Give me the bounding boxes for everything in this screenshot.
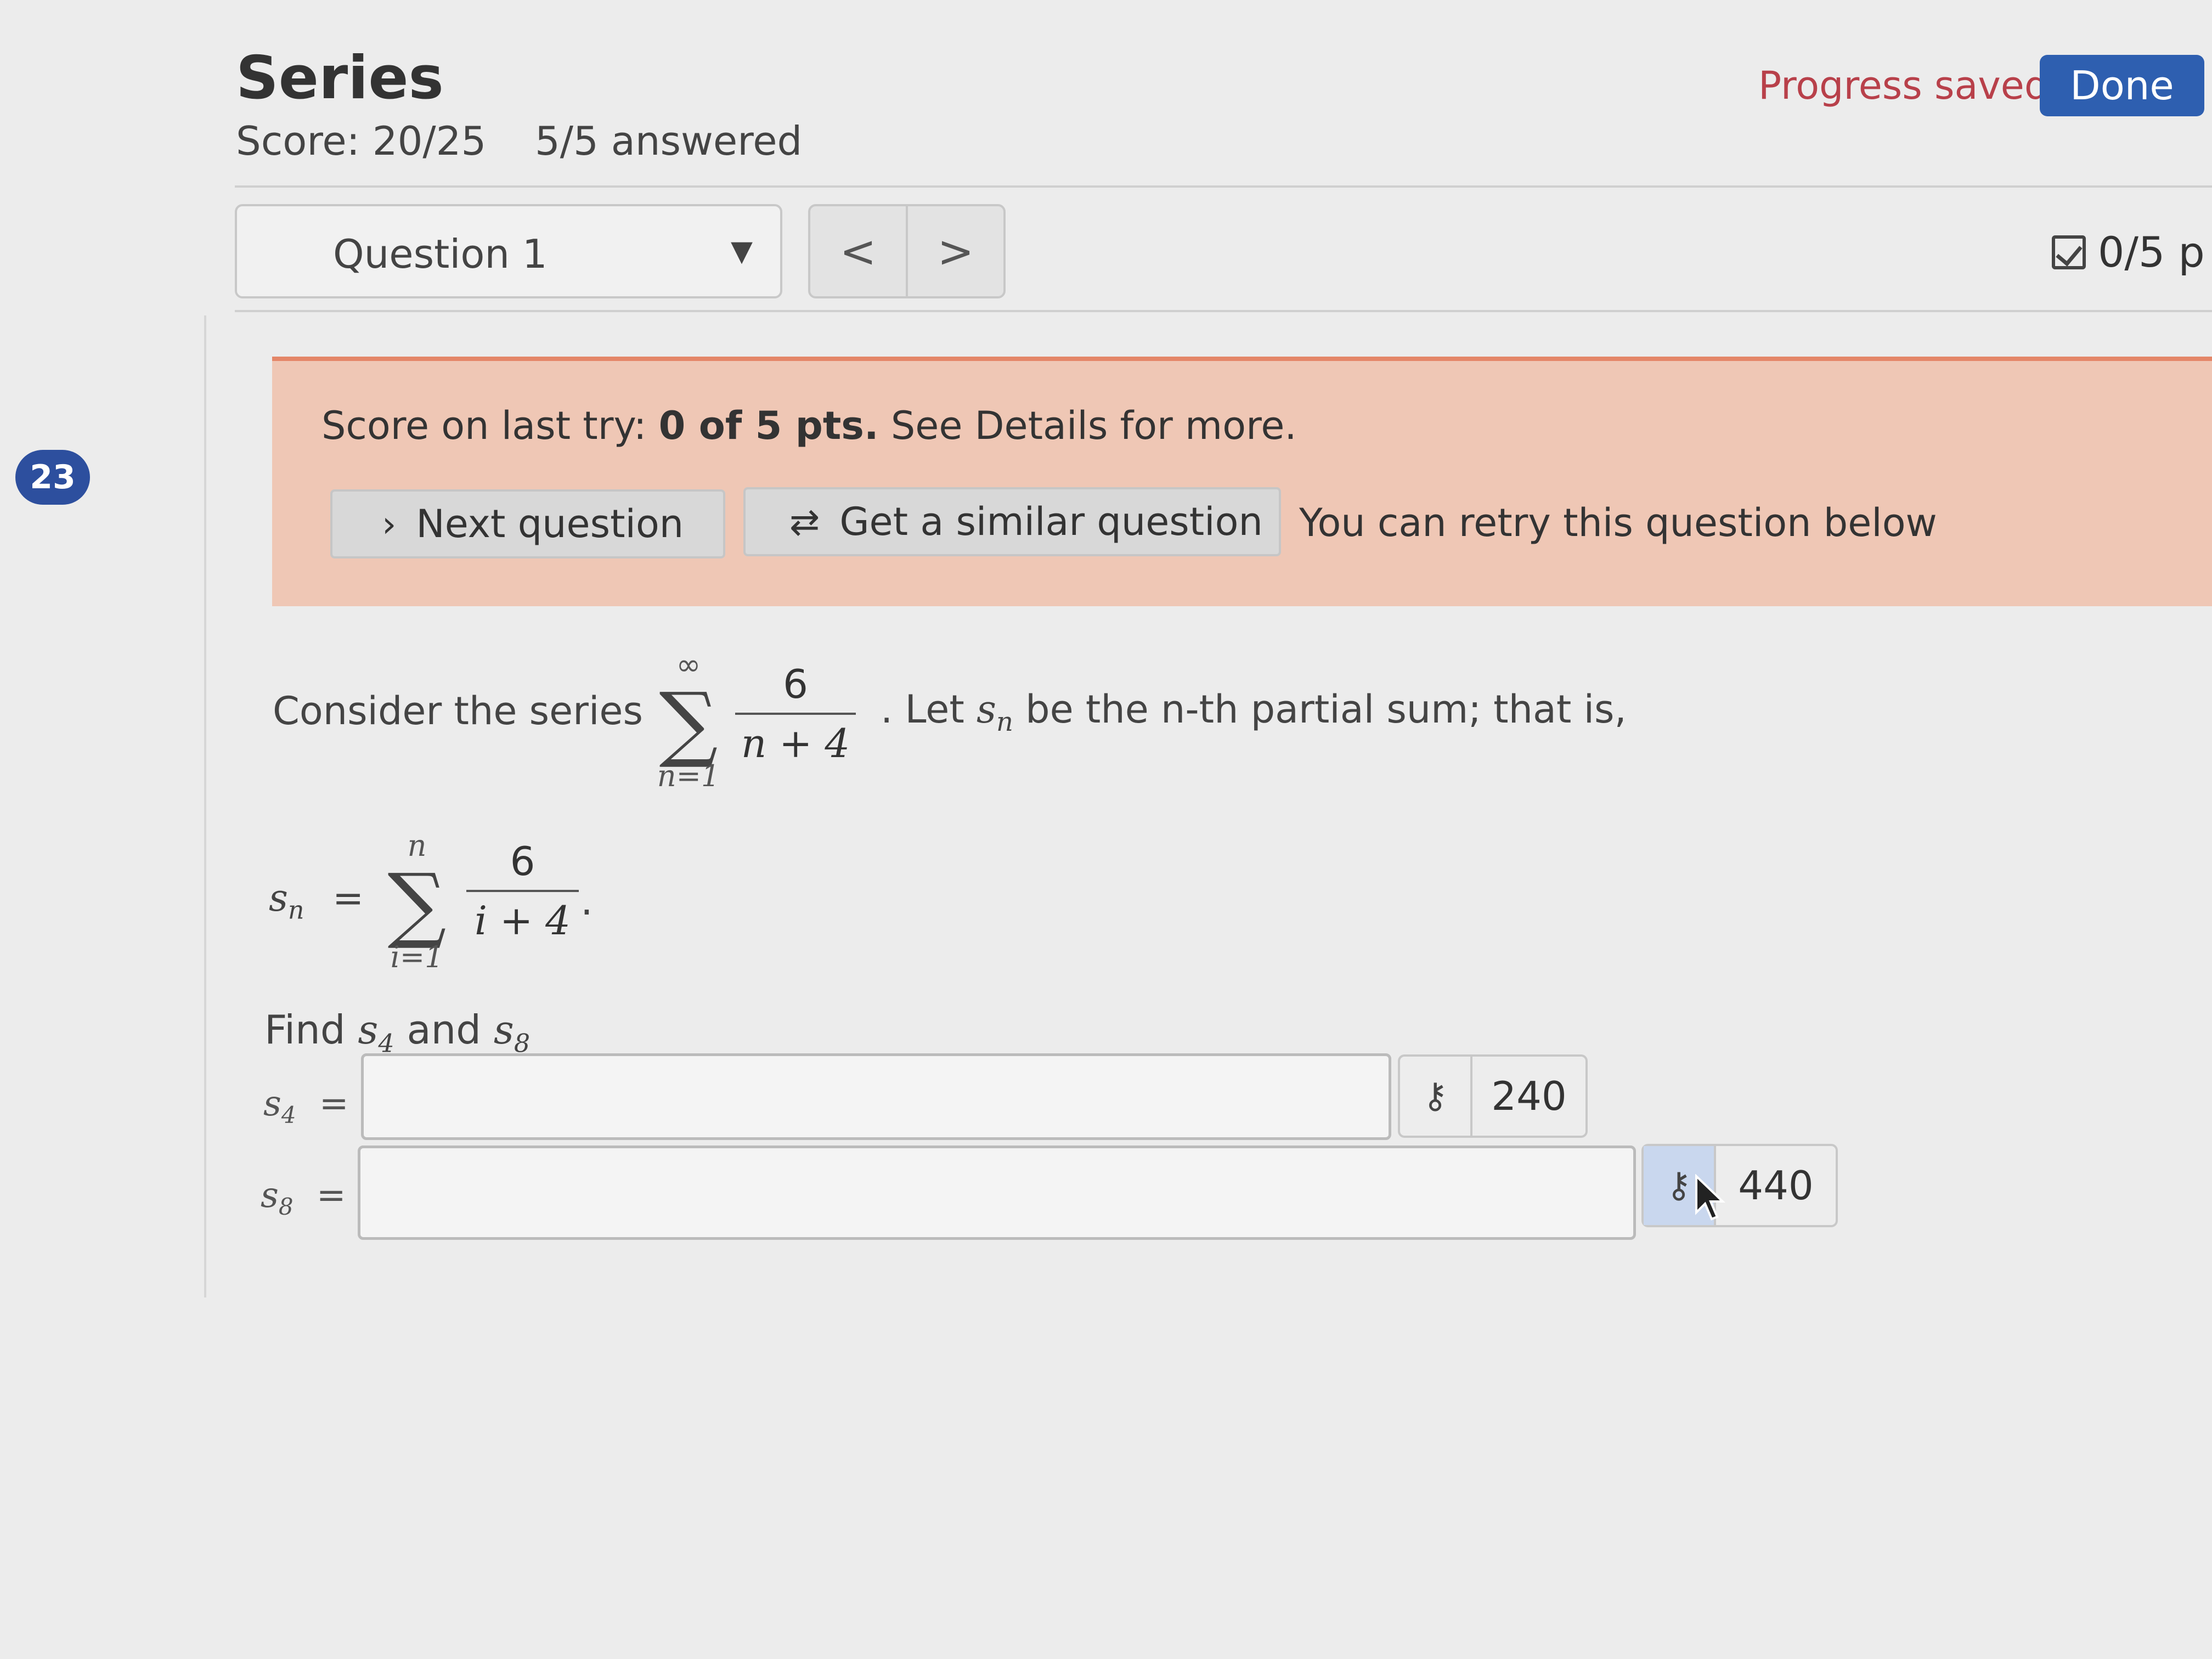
last-try-score: Score on last try: 0 of 5 pts. See Detai… [321,403,1297,448]
points-indicator: 0/5 p [2052,228,2205,276]
repeat-icon: ⇄ [789,500,820,543]
find-prompt: Find s4 and s8 [264,1007,531,1058]
sum1-sigma: ∞ ∑ n=1 [657,647,720,793]
question-nav: < > [808,204,1006,298]
chevron-right-icon: > [937,225,974,277]
s4-input[interactable] [361,1053,1391,1140]
retry-message: You can retry this question below [1299,500,1937,545]
key-icon: ⚷ [1400,1057,1472,1136]
sum1-fraction: 6 n + 4 [735,661,856,766]
points-text: 0/5 p [2098,228,2205,276]
answered-count: 5/5 answered [535,118,803,164]
last-try-points: 0 of 5 pts. [658,403,879,448]
chevron-right-icon: › [382,503,397,545]
s4-label: s4 = [263,1084,349,1128]
s8-answer-key[interactable]: ⚷ 440 [1641,1144,1838,1227]
s8-input[interactable] [358,1146,1636,1240]
s8-key-value: 440 [1738,1163,1814,1209]
s8-label: s8 = [261,1175,346,1220]
chevron-left-icon: < [839,225,877,277]
similar-question-button[interactable]: ⇄ Get a similar question [743,487,1281,556]
next-question-button[interactable]: › Next question [330,489,725,558]
sum2-fraction: 6 i + 4 [466,838,579,944]
sum2-sigma: n ∑ i=1 [387,828,447,974]
mouse-pointer-icon [1695,1174,1725,1221]
progress-status: Progress saved [1758,63,2049,108]
sum2-period: . [580,878,593,924]
question-text-cont: . Let sn be the n-th partial sum; that i… [881,687,1627,737]
done-button[interactable]: Done [2040,55,2204,116]
divider [235,185,2212,188]
score-banner [272,357,2212,606]
divider [235,310,2212,312]
sn-label: sn = [269,877,364,925]
content-border [204,315,206,1297]
next-question-arrow-button[interactable]: > [906,206,1003,296]
prev-question-button[interactable]: < [810,206,906,296]
question-intro: Consider the series [273,689,643,733]
s4-answer-key[interactable]: ⚷ 240 [1398,1054,1588,1138]
chevron-down-icon: ▼ [731,235,753,268]
checkbox-icon [2052,235,2086,269]
score-text: Score: 20/25 [236,118,487,164]
question-select[interactable]: Question 1 ▼ [235,204,782,298]
notification-badge[interactable]: 23 [15,450,90,505]
page-title: Series [236,44,444,112]
question-select-label: Question 1 [333,231,548,277]
s4-key-value: 240 [1491,1073,1567,1119]
similar-question-label: Get a similar question [839,499,1263,544]
next-question-label: Next question [416,501,684,546]
